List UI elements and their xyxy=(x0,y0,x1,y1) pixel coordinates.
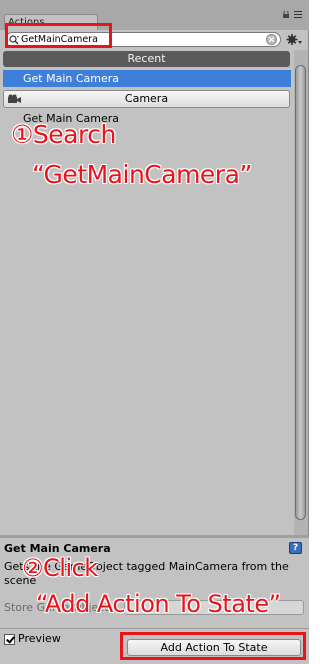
clear-search-icon[interactable] xyxy=(266,34,277,45)
search-highlight-box xyxy=(5,23,112,48)
category-camera-button[interactable]: Camera xyxy=(3,90,290,108)
annotation-step2-line2: “Add Action To State” xyxy=(36,590,281,618)
preview-label: Preview xyxy=(18,632,61,645)
add-button-highlight-box xyxy=(120,632,306,660)
menu-icon[interactable] xyxy=(294,11,302,18)
annotation-step1-line2: “GetMainCamera” xyxy=(32,160,252,189)
recent-header[interactable]: Recent xyxy=(3,51,290,67)
actions-window: Actions GetMainCamera Recent Get Main Ca… xyxy=(0,0,309,664)
gear-icon[interactable] xyxy=(286,33,302,46)
category-label: Camera xyxy=(124,92,169,105)
camera-icon xyxy=(8,94,21,103)
annotation-step2-line1: ②Click xyxy=(22,554,98,582)
help-icon[interactable]: ? xyxy=(289,542,302,554)
annotation-step1-line1: ①Search xyxy=(11,120,116,149)
scroll-thumb[interactable] xyxy=(295,65,306,520)
preview-checkbox[interactable] xyxy=(4,634,15,645)
list-scrollbar[interactable] xyxy=(294,50,308,535)
list-item-selected[interactable]: Get Main Camera xyxy=(3,70,291,87)
lock-icon[interactable] xyxy=(282,11,290,18)
